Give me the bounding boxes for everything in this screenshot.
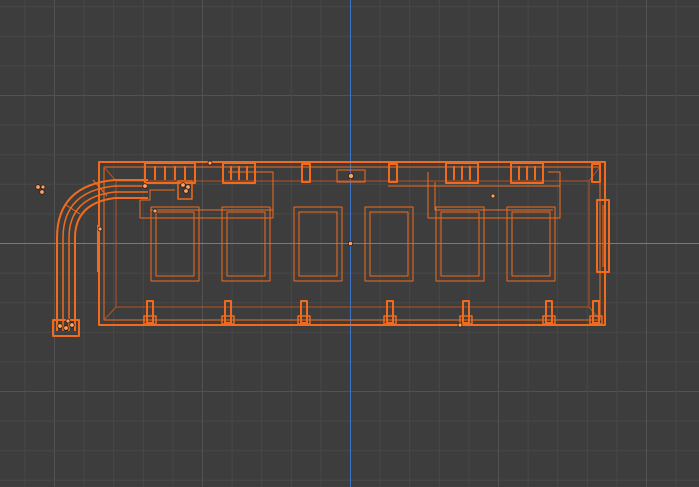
curved-pipe[interactable] bbox=[52, 179, 193, 337]
world-origin-marker bbox=[347, 240, 354, 247]
3d-viewport[interactable] bbox=[0, 0, 699, 487]
pole[interactable] bbox=[297, 300, 311, 325]
pole[interactable] bbox=[383, 300, 397, 325]
pole[interactable] bbox=[459, 300, 473, 325]
pole[interactable] bbox=[143, 300, 157, 325]
object-origin-marker[interactable] bbox=[347, 172, 354, 179]
bottom-poles[interactable] bbox=[143, 300, 603, 325]
clamp-bracket[interactable] bbox=[510, 162, 544, 184]
clamp-bracket[interactable] bbox=[222, 162, 256, 184]
selected-wireframe-object[interactable] bbox=[35, 160, 610, 337]
clamp-bracket[interactable] bbox=[445, 162, 479, 184]
pole[interactable] bbox=[542, 300, 556, 325]
viewport-canvas[interactable] bbox=[0, 0, 699, 487]
right-end-cap[interactable] bbox=[596, 199, 610, 273]
clamp-bracket[interactable] bbox=[144, 162, 196, 184]
top-clamps[interactable] bbox=[144, 162, 601, 184]
